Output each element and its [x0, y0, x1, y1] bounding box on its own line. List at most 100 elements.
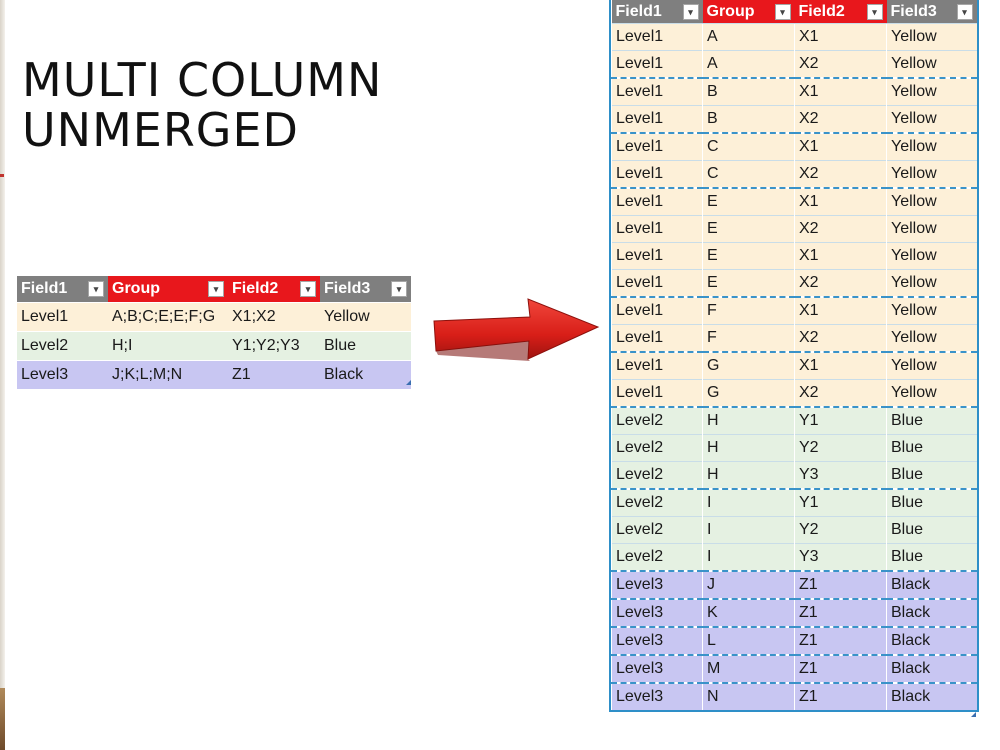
result-cell-group[interactable]: B: [702, 105, 795, 133]
result-cell-field1[interactable]: Level2: [611, 434, 703, 462]
filter-dropdown-icon[interactable]: ▾: [208, 281, 224, 297]
result-cell-group[interactable]: F: [702, 296, 795, 325]
filter-dropdown-icon[interactable]: ▾: [391, 281, 407, 297]
result-cell-group[interactable]: E: [702, 215, 795, 243]
result-cell-group[interactable]: A: [702, 50, 795, 78]
filter-dropdown-icon[interactable]: ▾: [300, 281, 316, 297]
result-cell-field2[interactable]: X1: [794, 132, 887, 161]
result-cell-field1[interactable]: Level2: [611, 461, 703, 489]
result-cell-field2[interactable]: Y1: [794, 488, 887, 517]
result-cell-group[interactable]: J: [702, 570, 795, 599]
result-cell-field2[interactable]: X2: [794, 160, 887, 188]
result-cell-field3[interactable]: Yellow: [886, 215, 977, 243]
result-cell-field2[interactable]: Y2: [794, 434, 887, 462]
result-cell-field1[interactable]: Level1: [611, 132, 703, 161]
result-cell-field2[interactable]: X1: [794, 351, 887, 380]
result-cell-field2[interactable]: X1: [794, 187, 887, 216]
result-cell-group[interactable]: E: [702, 187, 795, 216]
source-cell-field1[interactable]: Level1: [17, 302, 108, 332]
result-cell-field1[interactable]: Level1: [611, 324, 703, 352]
result-cell-field1[interactable]: Level1: [611, 379, 703, 407]
source-cell-group[interactable]: A;B;C;E;E;F;G: [108, 302, 228, 332]
source-header-field1[interactable]: Field1 ▾: [17, 276, 108, 303]
source-cell-field3[interactable]: Yellow: [320, 302, 411, 332]
result-cell-field1[interactable]: Level1: [611, 23, 703, 51]
filter-dropdown-icon[interactable]: ▾: [956, 3, 973, 20]
result-cell-field2[interactable]: Z1: [794, 654, 887, 683]
result-cell-group[interactable]: F: [702, 324, 795, 352]
result-cell-field3[interactable]: Yellow: [886, 324, 977, 352]
result-cell-field3[interactable]: Yellow: [886, 105, 977, 133]
result-cell-group[interactable]: K: [702, 598, 795, 627]
result-table-resize-handle[interactable]: [971, 712, 976, 717]
result-cell-group[interactable]: G: [702, 351, 795, 380]
result-cell-field2[interactable]: Y1: [794, 406, 887, 435]
result-cell-group[interactable]: E: [702, 269, 795, 297]
result-cell-group[interactable]: N: [702, 682, 795, 710]
result-cell-field3[interactable]: Yellow: [886, 23, 977, 51]
result-cell-field1[interactable]: Level1: [611, 77, 703, 106]
source-cell-group[interactable]: J;K;L;M;N: [108, 360, 228, 389]
result-cell-field3[interactable]: Yellow: [886, 77, 977, 106]
filter-dropdown-icon[interactable]: ▾: [88, 281, 104, 297]
result-cell-field2[interactable]: X2: [794, 379, 887, 407]
result-cell-group[interactable]: H: [702, 434, 795, 462]
result-cell-field3[interactable]: Yellow: [886, 160, 977, 188]
result-cell-field3[interactable]: Yellow: [886, 50, 977, 78]
source-cell-field2[interactable]: Y1;Y2;Y3: [228, 331, 320, 361]
result-cell-field1[interactable]: Level1: [611, 215, 703, 243]
result-cell-field3[interactable]: Black: [886, 654, 977, 683]
result-cell-field3[interactable]: Blue: [886, 516, 977, 544]
source-cell-field3[interactable]: Blue: [320, 331, 411, 361]
result-cell-field1[interactable]: Level2: [611, 488, 703, 517]
result-cell-group[interactable]: G: [702, 379, 795, 407]
source-header-field3[interactable]: Field3 ▾: [320, 276, 411, 303]
result-cell-field2[interactable]: Y2: [794, 516, 887, 544]
result-cell-field3[interactable]: Blue: [886, 434, 977, 462]
source-cell-field2[interactable]: Z1: [228, 360, 320, 389]
result-cell-field1[interactable]: Level2: [611, 516, 703, 544]
result-header-group[interactable]: Group ▾: [702, 0, 795, 24]
source-cell-field1[interactable]: Level3: [17, 360, 108, 389]
result-cell-field2[interactable]: X1: [794, 77, 887, 106]
source-cell-field3[interactable]: Black: [320, 360, 411, 389]
result-cell-field3[interactable]: Black: [886, 570, 977, 599]
result-cell-field1[interactable]: Level3: [611, 654, 703, 683]
source-cell-field1[interactable]: Level2: [17, 331, 108, 361]
result-cell-field2[interactable]: Y3: [794, 543, 887, 571]
result-cell-group[interactable]: I: [702, 543, 795, 571]
source-cell-field2[interactable]: X1;X2: [228, 302, 320, 332]
result-cell-field1[interactable]: Level2: [611, 406, 703, 435]
result-cell-group[interactable]: I: [702, 488, 795, 517]
result-cell-field1[interactable]: Level1: [611, 160, 703, 188]
result-cell-field3[interactable]: Yellow: [886, 187, 977, 216]
source-header-field2[interactable]: Field2 ▾: [228, 276, 320, 303]
result-cell-group[interactable]: H: [702, 406, 795, 435]
result-cell-field2[interactable]: X1: [794, 296, 887, 325]
result-cell-field3[interactable]: Blue: [886, 488, 977, 517]
filter-dropdown-icon[interactable]: ▾: [774, 3, 791, 20]
filter-dropdown-icon[interactable]: ▾: [682, 3, 699, 20]
result-cell-field2[interactable]: Z1: [794, 682, 887, 710]
result-cell-field3[interactable]: Black: [886, 598, 977, 627]
result-cell-field1[interactable]: Level3: [611, 682, 703, 710]
result-cell-field2[interactable]: X2: [794, 215, 887, 243]
result-cell-field3[interactable]: Blue: [886, 406, 977, 435]
result-cell-group[interactable]: C: [702, 160, 795, 188]
result-cell-field2[interactable]: X2: [794, 269, 887, 297]
result-cell-field2[interactable]: X2: [794, 50, 887, 78]
result-cell-field3[interactable]: Blue: [886, 461, 977, 489]
result-cell-field2[interactable]: Z1: [794, 598, 887, 627]
result-cell-group[interactable]: C: [702, 132, 795, 161]
result-cell-field3[interactable]: Blue: [886, 543, 977, 571]
result-header-field3[interactable]: Field3 ▾: [886, 0, 977, 24]
result-cell-field2[interactable]: Y3: [794, 461, 887, 489]
result-cell-field1[interactable]: Level1: [611, 296, 703, 325]
result-cell-field3[interactable]: Yellow: [886, 379, 977, 407]
result-cell-field1[interactable]: Level1: [611, 105, 703, 133]
result-cell-field2[interactable]: Z1: [794, 626, 887, 655]
result-cell-field1[interactable]: Level1: [611, 50, 703, 78]
result-header-field1[interactable]: Field1 ▾: [611, 0, 703, 24]
result-cell-field1[interactable]: Level3: [611, 598, 703, 627]
source-cell-group[interactable]: H;I: [108, 331, 228, 361]
